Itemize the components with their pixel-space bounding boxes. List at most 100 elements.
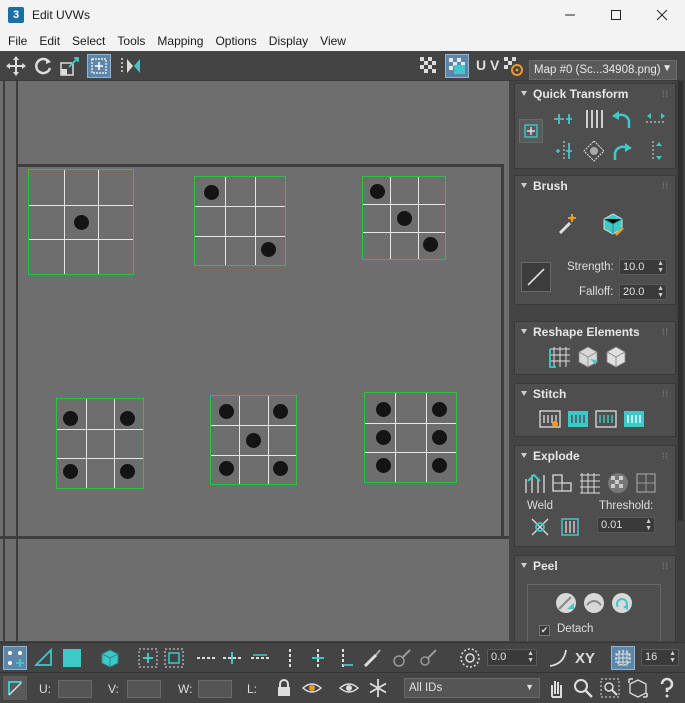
menu-select[interactable]: Select <box>72 34 105 48</box>
grip-icon[interactable]: ⁞⁞ <box>662 389 669 399</box>
freeform-button[interactable] <box>87 54 111 78</box>
stitch-title[interactable]: Stitch <box>533 387 566 401</box>
close-button[interactable] <box>639 0 685 30</box>
brush-title[interactable]: Brush <box>533 179 568 193</box>
stitch-to-target-button[interactable] <box>565 406 591 432</box>
mirror-button[interactable] <box>118 54 142 78</box>
minimize-button[interactable] <box>547 0 593 30</box>
spinner-arrows-icon[interactable]: ▲ ▼ <box>645 518 652 532</box>
uv-mode-label[interactable]: U V <box>476 57 499 73</box>
freeze-button[interactable] <box>366 676 390 700</box>
panel-scrollbar[interactable] <box>676 81 685 641</box>
uv-element[interactable] <box>362 176 446 260</box>
rotate-button[interactable] <box>31 54 55 78</box>
menu-options[interactable]: Options <box>215 34 256 48</box>
explode-title[interactable]: Explode <box>533 449 580 463</box>
align-to-y-button[interactable] <box>581 106 607 132</box>
straighten-selection-button[interactable] <box>547 344 573 370</box>
collapse-triangle-icon[interactable] <box>521 453 527 458</box>
u-coordinate-field[interactable] <box>58 680 92 698</box>
enlarge-brush-button[interactable] <box>390 646 414 670</box>
texture-map-dropdown[interactable]: Map #0 (Sc...34908.png) ▼ <box>529 60 677 80</box>
reshape-elements-title[interactable]: Reshape Elements <box>533 325 640 339</box>
break-button[interactable] <box>521 470 547 496</box>
zoom-extents-button[interactable] <box>626 676 650 700</box>
element-mode-button[interactable] <box>98 646 122 670</box>
hide-button[interactable] <box>300 676 324 700</box>
menu-tools[interactable]: Tools <box>117 34 145 48</box>
strength-spinner[interactable]: 10.0 ▲ ▼ <box>619 259 667 275</box>
menu-mapping[interactable]: Mapping <box>157 34 203 48</box>
move-button[interactable] <box>4 54 28 78</box>
grid-snap-button[interactable] <box>611 646 635 670</box>
relax-brush-button[interactable] <box>599 210 627 238</box>
grow-loop-button[interactable] <box>306 646 330 670</box>
weld-target-button[interactable] <box>557 514 583 540</box>
spinner-arrows-icon[interactable]: ▲ ▼ <box>657 260 664 274</box>
face-mode-button[interactable] <box>60 646 84 670</box>
detach-checkbox[interactable]: ✔ <box>539 625 550 636</box>
collapse-triangle-icon[interactable] <box>521 563 527 568</box>
panel-scroll-thumb[interactable] <box>678 81 683 521</box>
checker-pattern-button[interactable] <box>417 54 441 78</box>
absolute-offset-button[interactable] <box>3 676 27 700</box>
explode-checker-button[interactable] <box>605 470 631 496</box>
show-map-button[interactable] <box>445 54 469 78</box>
uv-element[interactable] <box>28 169 134 275</box>
zoom-button[interactable] <box>571 676 595 700</box>
grip-icon[interactable]: ⁞⁞ <box>662 451 669 461</box>
quick-transform-title[interactable]: Quick Transform <box>533 87 628 101</box>
grip-icon[interactable]: ⁞⁞ <box>662 561 669 571</box>
threshold-spinner[interactable]: 0.01 ▲ ▼ <box>597 517 655 533</box>
relax-button[interactable] <box>575 344 601 370</box>
vertex-mode-button[interactable] <box>3 646 27 670</box>
brush-falloff-button[interactable] <box>521 262 551 292</box>
grow-ring-button[interactable] <box>220 646 244 670</box>
coordinate-space-label[interactable]: XY <box>575 650 595 667</box>
uv-element[interactable] <box>56 398 144 489</box>
linear-align-button[interactable] <box>581 138 607 164</box>
spinner-arrows-icon[interactable]: ▲ ▼ <box>669 650 676 664</box>
paint-select-button[interactable] <box>360 646 384 670</box>
grip-icon[interactable]: ⁞⁞ <box>662 327 669 337</box>
weld-selected-button[interactable] <box>527 514 553 540</box>
zoom-region-button[interactable] <box>598 676 622 700</box>
detach-edge-button[interactable] <box>549 470 575 496</box>
spinner-arrows-icon[interactable]: ▲ ▼ <box>657 285 664 299</box>
grid-size-spinner[interactable]: 16 ▲ ▼ <box>641 649 679 666</box>
shrink-selection-button[interactable] <box>162 646 186 670</box>
collapse-triangle-icon[interactable] <box>521 91 527 96</box>
collapse-triangle-icon[interactable] <box>521 183 527 188</box>
lock-selection-button[interactable] <box>272 676 296 700</box>
space-horizontal-button[interactable] <box>643 106 669 132</box>
menu-edit[interactable]: Edit <box>39 34 60 48</box>
quick-peel-button[interactable] <box>553 590 579 616</box>
explode-outline-button[interactable] <box>633 470 659 496</box>
falloff-type-button[interactable] <box>546 646 570 670</box>
loop-selection-button[interactable] <box>278 646 302 670</box>
collapse-triangle-icon[interactable] <box>521 329 527 334</box>
maximize-button[interactable] <box>593 0 639 30</box>
shrink-ring-button[interactable] <box>248 646 272 670</box>
menu-file[interactable]: File <box>8 34 27 48</box>
collapse-triangle-icon[interactable] <box>521 391 527 396</box>
rotate-ccw-button[interactable] <box>609 106 635 132</box>
set-pivot-button[interactable] <box>519 119 543 143</box>
explode-grid-button[interactable] <box>577 470 603 496</box>
uv-editor-viewport[interactable] <box>0 81 509 641</box>
align-to-edge-button[interactable] <box>551 138 577 164</box>
edge-mode-button[interactable] <box>32 646 56 670</box>
grip-icon[interactable]: ⁞⁞ <box>662 181 669 191</box>
help-button[interactable] <box>655 676 679 700</box>
space-vertical-button[interactable] <box>643 138 669 164</box>
grow-selection-button[interactable] <box>136 646 160 670</box>
align-to-x-button[interactable] <box>551 106 577 132</box>
menu-display[interactable]: Display <box>269 34 308 48</box>
falloff-distance-spinner[interactable]: 0.0 ▲ ▼ <box>487 649 537 666</box>
reset-peel-button[interactable] <box>609 590 635 616</box>
stitch-to-source-button[interactable] <box>621 406 647 432</box>
stitch-custom-button[interactable] <box>537 406 563 432</box>
stitch-average-button[interactable] <box>593 406 619 432</box>
rotate-cw-button[interactable] <box>609 138 635 164</box>
uv-element[interactable] <box>194 176 286 266</box>
